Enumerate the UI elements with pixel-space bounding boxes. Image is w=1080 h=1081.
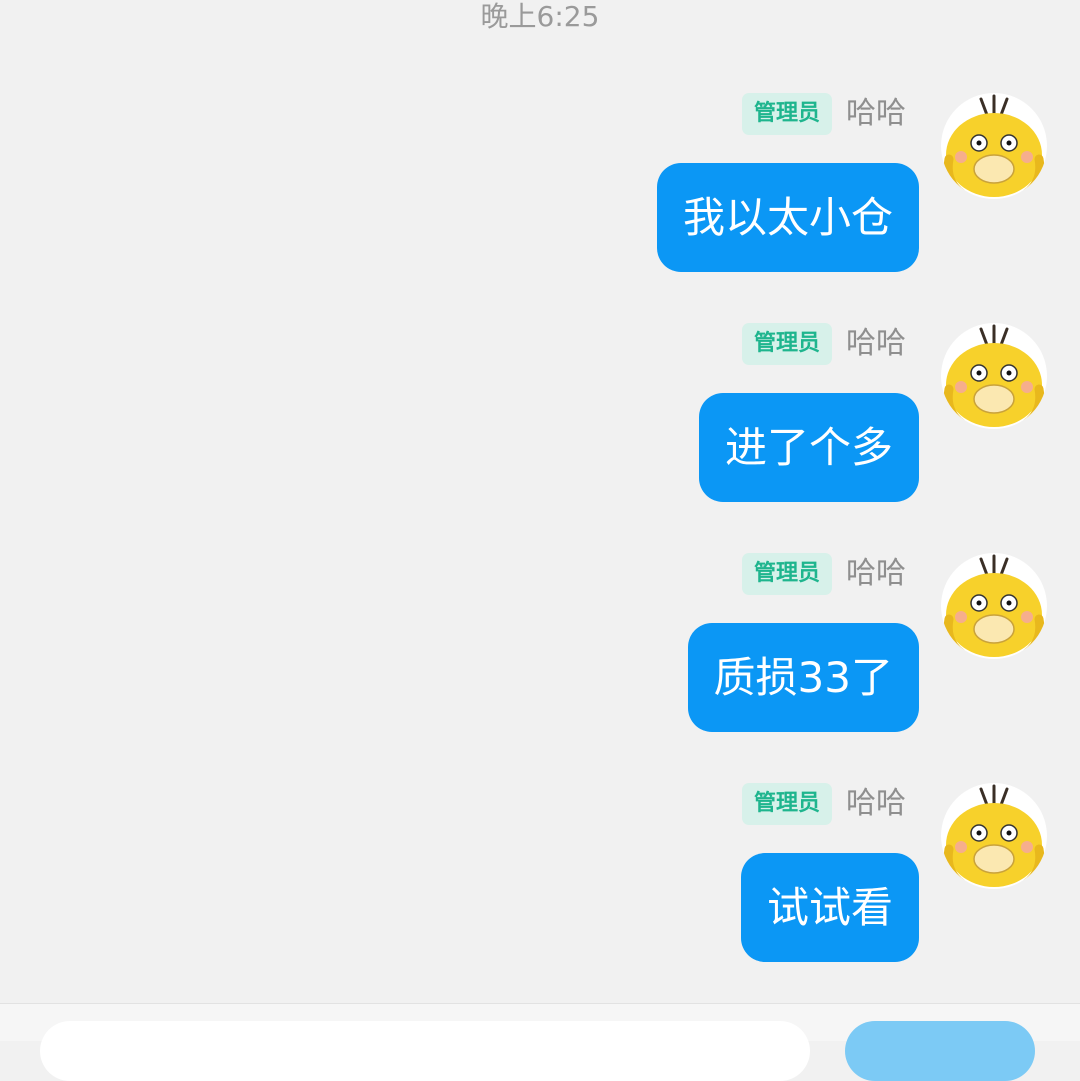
chat-timestamp: 晚上6:25 — [480, 0, 600, 33]
chat-message: 管理员 哈哈 我以太小仓 — [0, 93, 1080, 293]
message-bubble[interactable]: 进了个多 — [698, 393, 919, 502]
sender-name[interactable]: 哈哈 — [846, 553, 906, 595]
psyduck-avatar-icon[interactable] — [941, 783, 1047, 889]
send-button[interactable] — [845, 1021, 1035, 1081]
admin-badge: 管理员 — [741, 783, 832, 825]
admin-badge: 管理员 — [741, 323, 832, 365]
sender-name[interactable]: 哈哈 — [846, 783, 906, 825]
chat-message: 管理员 哈哈 质损33了 — [0, 553, 1080, 753]
admin-badge: 管理员 — [741, 553, 832, 595]
psyduck-avatar-icon[interactable] — [941, 553, 1047, 659]
chat-message: 管理员 哈哈 进了个多 — [0, 323, 1080, 523]
sender-name[interactable]: 哈哈 — [846, 93, 906, 135]
psyduck-avatar-icon[interactable] — [941, 93, 1047, 199]
sender-name[interactable]: 哈哈 — [846, 323, 906, 365]
message-bubble[interactable]: 我以太小仓 — [656, 163, 919, 272]
message-header: 管理员 哈哈 — [741, 93, 906, 135]
message-bubble[interactable]: 质损33了 — [687, 623, 919, 732]
admin-badge: 管理员 — [741, 93, 832, 135]
message-header: 管理员 哈哈 — [741, 553, 906, 595]
chat-message: 管理员 哈哈 试试看 — [0, 783, 1080, 983]
psyduck-avatar-icon[interactable] — [941, 323, 1047, 429]
message-header: 管理员 哈哈 — [741, 323, 906, 365]
message-header: 管理员 哈哈 — [741, 783, 906, 825]
chat-input-bar — [0, 1003, 1080, 1081]
message-input[interactable] — [40, 1021, 810, 1081]
message-bubble[interactable]: 试试看 — [740, 853, 919, 962]
